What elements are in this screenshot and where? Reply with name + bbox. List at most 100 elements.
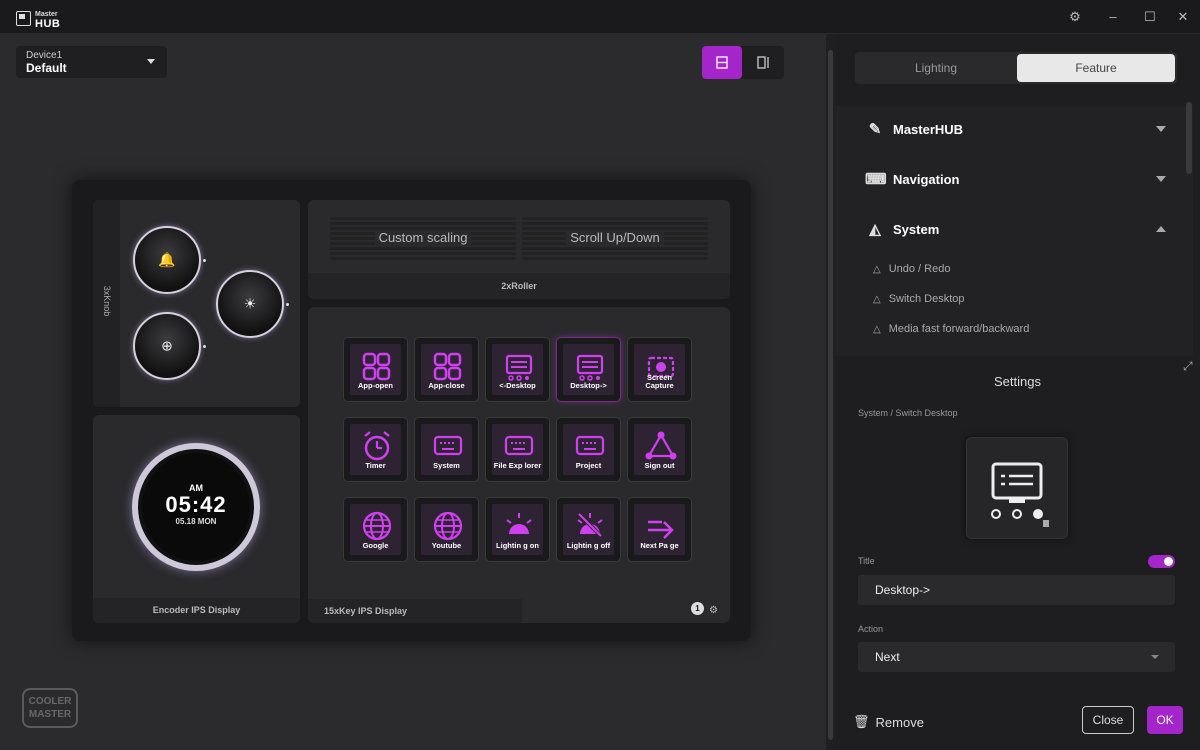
device-label: Device1 (26, 50, 63, 61)
logo-bottom-text: HUB (35, 18, 61, 30)
key-label: Google (362, 541, 389, 550)
category-masterhub[interactable]: ✎ MasterHUB (865, 114, 1166, 144)
keys-label: 15xKey IPS Display (308, 599, 522, 623)
key-label: Youtube (431, 541, 462, 550)
device-select[interactable]: Device1 Default (16, 46, 167, 78)
roller-right[interactable]: Scroll Up/Down (522, 216, 708, 260)
feature-scrollbar[interactable] (1186, 102, 1192, 174)
close-icon[interactable]: ✕ (1172, 6, 1194, 28)
zoom-in-icon: ⊕ (161, 337, 173, 354)
ok-button[interactable]: OK (1147, 706, 1183, 734)
key-button[interactable]: System (415, 418, 478, 481)
key-button[interactable]: App-close (415, 338, 478, 401)
page-indicator[interactable]: 1 (691, 602, 704, 615)
monitor-icon (991, 462, 1049, 527)
knob-2[interactable]: ☀ (216, 270, 284, 338)
key-button[interactable]: Timer (344, 418, 407, 481)
knob-label: 3xKnob (102, 285, 112, 317)
key-button[interactable]: Google (344, 498, 407, 561)
encoder-display[interactable]: AM 05:42 05.18 MON (132, 443, 260, 571)
key-button[interactable]: Lightin g off (557, 498, 620, 561)
arrow-icon (648, 520, 674, 539)
knob-1[interactable]: 🔔 (133, 226, 201, 294)
key-button[interactable]: Desktop-> (557, 338, 620, 401)
key-button[interactable]: App-open (344, 338, 407, 401)
expand-icon[interactable]: ⤢ (1183, 359, 1193, 374)
key-label: Screen Capture (645, 373, 674, 390)
title-bar: Master HUB ⚙ – ☐ ✕ (0, 0, 1200, 34)
workspace-scrollbar[interactable] (826, 34, 835, 750)
settings-icon[interactable]: ⚙ (1064, 6, 1086, 28)
roller-right-label: Scroll Up/Down (566, 230, 664, 245)
notification-icon: 🔔 (158, 251, 176, 268)
remove-button[interactable]: 🗑 Remove (853, 714, 924, 730)
title-toggle[interactable] (1148, 555, 1175, 568)
knob-area: 3xKnob 🔔 ☀ ⊕ (93, 200, 300, 407)
view-toggle (702, 46, 784, 79)
monitor-icon (505, 354, 533, 381)
key-button[interactable]: Youtube (415, 498, 478, 561)
action-select[interactable]: Next (858, 642, 1175, 672)
chevron-down-icon (1156, 126, 1166, 132)
key-preview[interactable] (966, 437, 1068, 539)
key-label: <-Desktop (499, 381, 536, 390)
sub-item-label: Media fast forward/backward (888, 323, 1030, 335)
key-label: Desktop-> (570, 381, 607, 390)
sub-item-undo-redo[interactable]: △ Undo / Redo (873, 263, 950, 275)
title-field-label: Title (858, 556, 875, 566)
maximize-icon[interactable]: ☐ (1139, 6, 1161, 28)
key-button[interactable]: Screen Capture (628, 338, 691, 401)
triangle-icon: △ (873, 293, 881, 305)
title-input[interactable]: Desktop-> (858, 575, 1175, 605)
tab-lighting[interactable]: Lighting (857, 54, 1015, 82)
encoder-label: Encoder IPS Display (93, 598, 300, 623)
gear-icon[interactable]: ⚙ (709, 605, 718, 616)
alarm-icon (364, 431, 390, 461)
key-button[interactable]: Lightin g on (486, 498, 549, 561)
knob-3[interactable]: ⊕ (133, 312, 201, 380)
close-button[interactable]: Close (1082, 706, 1134, 734)
key-label: App-open (358, 381, 393, 390)
tab-feature[interactable]: Feature (1017, 54, 1175, 82)
roller-left[interactable]: Custom scaling (330, 216, 516, 260)
key-face: <-Desktop (492, 344, 543, 395)
chevron-down-icon (1156, 176, 1166, 182)
key-button[interactable]: Next Pa ge (628, 498, 691, 561)
key-face: Sign out (634, 424, 685, 475)
sub-item-switch-desktop[interactable]: △ Switch Desktop (873, 293, 965, 305)
app-logo: Master HUB (16, 8, 61, 30)
key-face: Screen Capture (634, 344, 685, 395)
brand-line1: COOLER (28, 696, 72, 707)
key-button[interactable]: Sign out (628, 418, 691, 481)
globe-icon (362, 511, 392, 541)
view-vertical-button[interactable] (744, 46, 784, 79)
layout-horizontal-icon (716, 56, 728, 69)
category-system[interactable]: ◭ System (865, 214, 1166, 244)
logo-top-text: Master (35, 11, 58, 18)
key-face: File Exp lorer (492, 424, 543, 475)
category-system-label: System (893, 221, 940, 237)
key-face: Lightin g on (492, 504, 543, 555)
key-button[interactable]: Project (557, 418, 620, 481)
key-face: App-open (350, 344, 401, 395)
triangle-icon: △ (873, 263, 881, 275)
keyboard-icon (504, 435, 534, 456)
globe-icon (433, 511, 463, 541)
brand-line2: MASTER (28, 709, 72, 720)
keyboard-icon: ⌨ (865, 171, 887, 188)
minimize-icon[interactable]: – (1102, 6, 1124, 28)
sun-icon (506, 513, 532, 534)
roller-label: 2xRoller (308, 273, 730, 299)
category-navigation[interactable]: ⌨ Navigation (865, 164, 1166, 194)
action-select-value: Next (875, 650, 900, 664)
view-horizontal-button[interactable] (702, 46, 742, 79)
key-button[interactable]: <-Desktop (486, 338, 549, 401)
brightness-icon: ☀ (243, 295, 257, 312)
key-button[interactable]: File Exp lorer (486, 418, 549, 481)
sub-item-media[interactable]: △ Media fast forward/backward (873, 323, 1029, 335)
key-label: Lightin g off (566, 541, 611, 550)
key-face: Project (563, 424, 614, 475)
feature-list: ✎ MasterHUB ⌨ Navigation ◭ System △ Undo… (835, 106, 1193, 356)
keyboard-icon (433, 435, 463, 456)
key-label: Lightin g on (496, 541, 539, 550)
